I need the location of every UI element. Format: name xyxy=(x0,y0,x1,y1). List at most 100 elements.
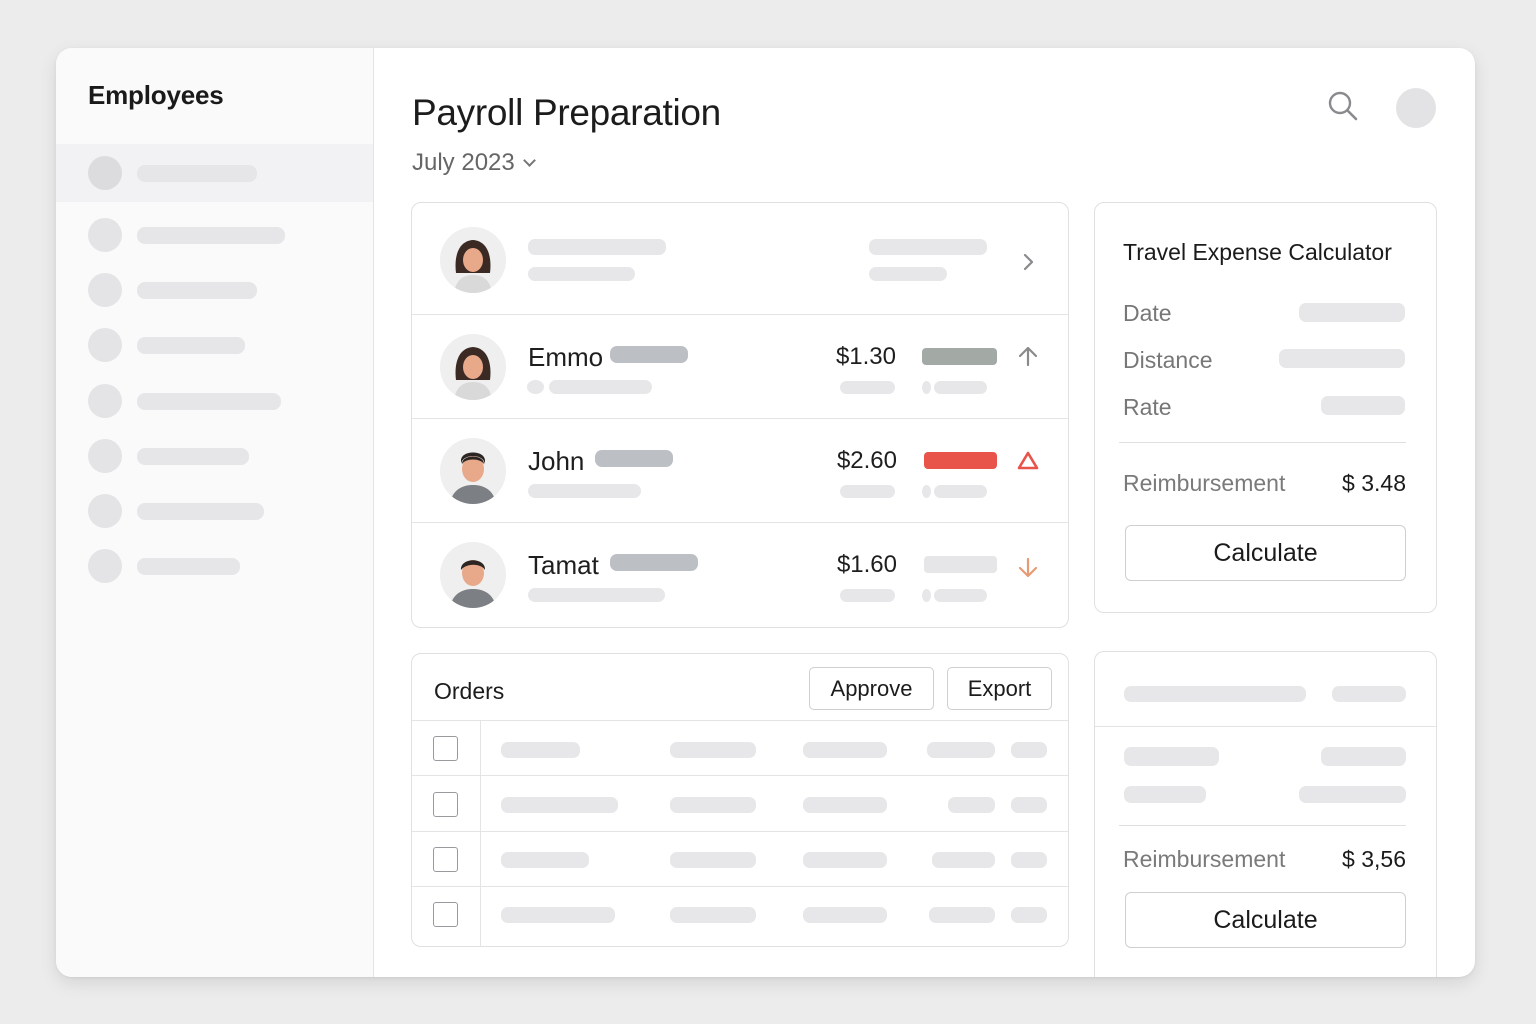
calculate-button[interactable]: Calculate xyxy=(1125,525,1406,581)
export-button[interactable]: Export xyxy=(947,667,1052,710)
status-subtitle-placeholder xyxy=(934,381,987,394)
avatar xyxy=(440,542,506,608)
avatar xyxy=(88,549,122,583)
employee-row[interactable] xyxy=(412,203,1068,315)
status-bar-alert xyxy=(924,452,997,469)
employee-subtitle-placeholder xyxy=(528,484,641,498)
avatar xyxy=(88,156,122,190)
page-title: Payroll Preparation xyxy=(412,92,721,133)
search-icon[interactable] xyxy=(1325,88,1361,124)
table-cell xyxy=(670,907,756,923)
divider xyxy=(1119,825,1406,826)
table-cell xyxy=(670,797,756,813)
amount-subtitle-placeholder xyxy=(840,589,895,602)
table-cell xyxy=(501,907,615,923)
amount-placeholder xyxy=(869,239,987,255)
employee-row[interactable]: John $2.60 xyxy=(412,419,1068,523)
table-row[interactable] xyxy=(412,777,1068,832)
app-window: Employees Payroll Preparation July 2023 … xyxy=(56,48,1475,977)
row-checkbox[interactable] xyxy=(433,736,458,761)
sidebar-item[interactable] xyxy=(56,537,373,595)
field-label-placeholder xyxy=(1124,747,1219,766)
employee-subtitle-placeholder xyxy=(528,267,635,281)
sidebar-item-label xyxy=(137,503,264,520)
employee-name-placeholder xyxy=(528,239,666,255)
employee-amount: $2.60 xyxy=(836,447,897,474)
sidebar-item-label xyxy=(137,558,240,575)
user-avatar[interactable] xyxy=(1396,88,1436,128)
sidebar-item-label xyxy=(137,393,281,410)
table-row[interactable] xyxy=(412,721,1068,776)
sidebar: Employees xyxy=(56,48,374,977)
employee-tag-placeholder xyxy=(610,346,688,363)
table-cell xyxy=(948,797,995,813)
sidebar-item-label xyxy=(137,448,249,465)
chevron-right-icon[interactable] xyxy=(1016,249,1042,275)
orders-card: Orders Approve Export xyxy=(411,653,1069,947)
table-cell xyxy=(803,742,887,758)
field-value-placeholder[interactable] xyxy=(1321,747,1406,766)
reimbursement-value: $ 3.48 xyxy=(1342,470,1406,496)
approve-button[interactable]: Approve xyxy=(809,667,934,710)
date-field[interactable] xyxy=(1299,303,1405,322)
date-label: Date xyxy=(1123,300,1172,326)
sidebar-item-label xyxy=(137,165,257,182)
sidebar-item[interactable] xyxy=(56,261,373,319)
warning-triangle-icon xyxy=(1017,451,1039,470)
orders-title: Orders xyxy=(434,678,505,704)
employee-subtitle-placeholder xyxy=(528,588,665,602)
distance-label: Distance xyxy=(1123,347,1213,373)
travel-expense-calculator: Travel Expense Calculator Date Distance … xyxy=(1094,202,1437,613)
employee-subtitle-placeholder xyxy=(549,380,652,394)
table-row[interactable] xyxy=(412,832,1068,887)
table-cell xyxy=(1011,907,1047,923)
sidebar-item[interactable] xyxy=(56,427,373,485)
avatar xyxy=(88,384,122,418)
row-checkbox[interactable] xyxy=(433,902,458,927)
table-cell xyxy=(803,852,887,868)
calculate-button[interactable]: Calculate xyxy=(1125,892,1406,948)
row-checkbox[interactable] xyxy=(433,847,458,872)
field-label-placeholder xyxy=(1124,786,1206,803)
tag-icon xyxy=(922,485,931,498)
reimbursement-label: Reimbursement xyxy=(1123,846,1286,872)
status-subtitle-placeholder xyxy=(934,485,987,498)
status-subtitle-placeholder xyxy=(934,589,987,602)
period-label: July 2023 xyxy=(412,149,515,176)
sidebar-item[interactable] xyxy=(56,482,373,540)
card-action-placeholder xyxy=(1332,686,1406,702)
sidebar-item[interactable] xyxy=(56,372,373,430)
distance-field[interactable] xyxy=(1279,349,1405,368)
table-cell xyxy=(1011,852,1047,868)
tag-icon xyxy=(922,589,931,602)
amount-subtitle-placeholder xyxy=(869,267,947,281)
sidebar-item[interactable] xyxy=(56,206,373,264)
table-cell xyxy=(803,797,887,813)
table-cell xyxy=(670,742,756,758)
avatar xyxy=(88,439,122,473)
row-checkbox[interactable] xyxy=(433,792,458,817)
table-cell xyxy=(670,852,756,868)
table-row[interactable] xyxy=(412,887,1068,946)
employee-row[interactable]: Tamat $1.60 xyxy=(412,523,1068,627)
field-value-placeholder[interactable] xyxy=(1299,786,1406,803)
tag-icon xyxy=(922,381,931,394)
arrow-up-icon xyxy=(1018,346,1038,367)
sidebar-item-label xyxy=(137,282,257,299)
rate-field[interactable] xyxy=(1321,396,1405,415)
sidebar-item[interactable] xyxy=(56,144,373,202)
table-cell xyxy=(932,852,995,868)
employee-tag-placeholder xyxy=(595,450,673,467)
table-cell xyxy=(1011,797,1047,813)
table-cell xyxy=(501,797,618,813)
employee-list-card: Emmo $1.30 John $2.60 Tamat $1.60 xyxy=(411,202,1069,628)
employee-row[interactable]: Emmo $1.30 xyxy=(412,315,1068,419)
period-dropdown[interactable]: July 2023 xyxy=(412,149,536,177)
table-cell xyxy=(803,907,887,923)
heart-icon xyxy=(527,380,544,394)
table-cell xyxy=(501,742,580,758)
sidebar-item[interactable] xyxy=(56,316,373,374)
amount-subtitle-placeholder xyxy=(840,485,895,498)
avatar xyxy=(88,273,122,307)
rate-label: Rate xyxy=(1123,394,1172,420)
